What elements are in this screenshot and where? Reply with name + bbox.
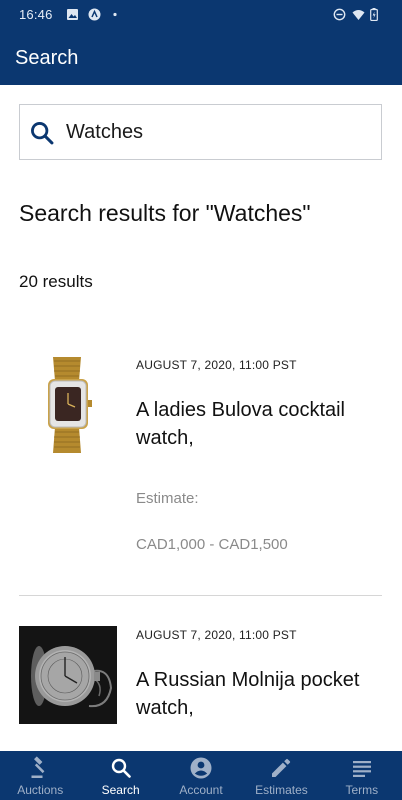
image-notification-icon (67, 9, 78, 20)
status-time: 16:46 (19, 7, 53, 22)
nav-label: Estimates (255, 783, 308, 797)
result-item[interactable]: AUGUST 7, 2020, 11:00 PST A ladies Bulov… (19, 350, 382, 580)
status-bar: 16:46 (0, 0, 402, 30)
nav-auctions[interactable]: Auctions (0, 751, 80, 800)
list-icon (352, 761, 371, 777)
item-title[interactable]: A Russian Molnija pocket watch, (136, 666, 376, 722)
bottom-navigation: Auctions Search Account Estimates Terms (0, 751, 402, 800)
wifi-icon (352, 10, 365, 20)
divider (19, 595, 382, 596)
bulova-watch-image[interactable] (19, 355, 117, 453)
pencil-icon (272, 758, 291, 777)
battery-icon (370, 8, 378, 21)
estimate-label: Estimate: (136, 490, 199, 507)
app-notification-icon (88, 8, 101, 21)
nav-label: Terms (345, 783, 379, 797)
item-title[interactable]: A ladies Bulova cocktail watch, (136, 396, 376, 452)
nav-terms[interactable]: Terms (322, 751, 402, 800)
account-icon (190, 757, 212, 779)
result-item[interactable]: AUGUST 7, 2020, 11:00 PST A Russian Moln… (19, 620, 382, 750)
estimate-value: CAD1,000 - CAD1,500 (136, 536, 288, 553)
auction-date: AUGUST 7, 2020, 11:00 PST (136, 628, 297, 642)
search-icon (111, 758, 131, 778)
search-icon[interactable] (28, 119, 56, 147)
gavel-icon (31, 756, 45, 778)
nav-search[interactable]: Search (80, 751, 160, 800)
page-title: Search (15, 47, 79, 69)
results-count: 20 results (19, 272, 93, 291)
search-input[interactable] (66, 115, 366, 149)
molnija-watch-image[interactable] (19, 626, 117, 724)
auction-date: AUGUST 7, 2020, 11:00 PST (136, 358, 297, 372)
dot-notification-icon (113, 12, 117, 17)
app-bar: Search (0, 30, 402, 85)
results-heading: Search results for "Watches" (19, 200, 311, 226)
nav-account[interactable]: Account (161, 751, 241, 800)
search-bar[interactable] (19, 104, 382, 160)
nav-label: Auctions (17, 783, 64, 797)
nav-label: Search (101, 783, 140, 797)
nav-label: Account (179, 783, 223, 797)
nav-estimates[interactable]: Estimates (241, 751, 321, 800)
dnd-icon (333, 8, 346, 21)
